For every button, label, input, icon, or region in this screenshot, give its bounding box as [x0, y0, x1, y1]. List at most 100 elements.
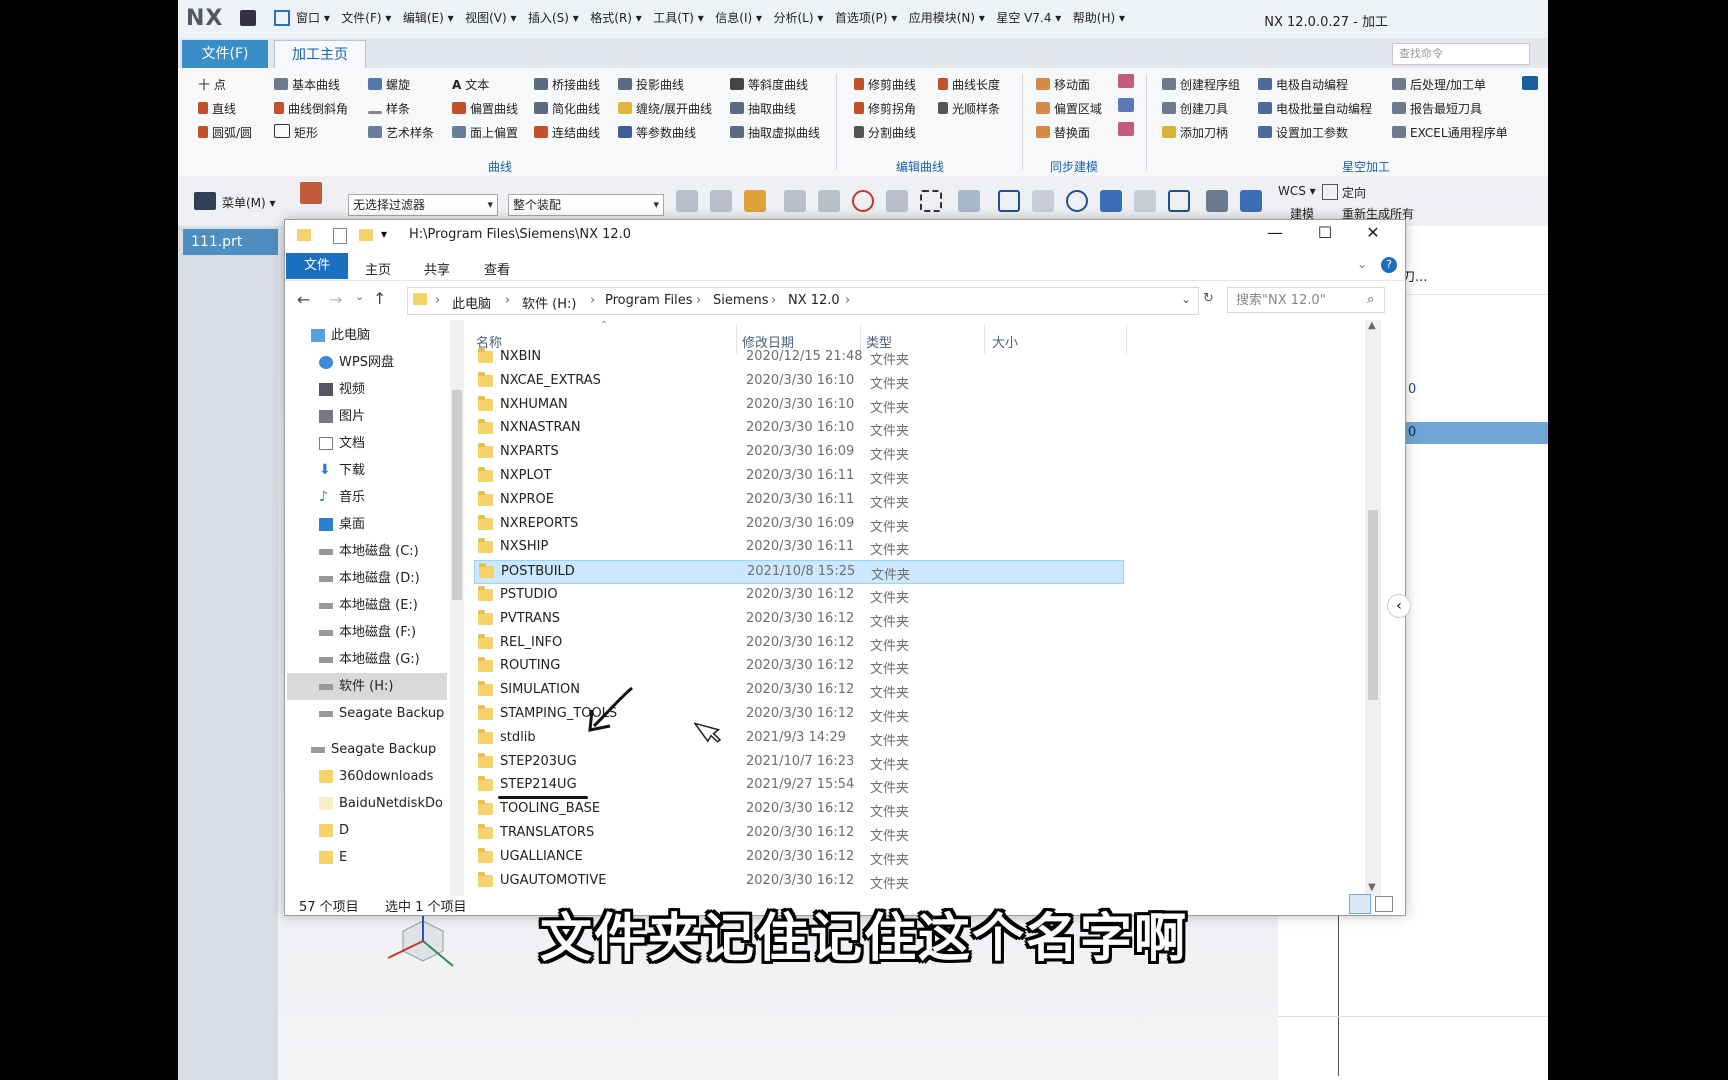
- breadcrumb-siemens[interactable]: Siemens: [713, 293, 769, 308]
- tab-home[interactable]: 主页: [365, 259, 391, 278]
- rotate-icon[interactable]: [1066, 190, 1088, 212]
- ribbon-create-tool[interactable]: 创建刀具: [1162, 100, 1228, 117]
- ribbon-electrode-batch[interactable]: 电极批量自动编程: [1258, 100, 1372, 117]
- snap-icon[interactable]: [784, 190, 806, 212]
- ribbon-offset-curve[interactable]: 偏置曲线: [452, 100, 518, 117]
- file-row[interactable]: STEP203UG 2021/10/7 16:23 文件夹: [474, 751, 1124, 775]
- ribbon-extra-icon[interactable]: [1522, 76, 1538, 90]
- file-row[interactable]: PVTRANS 2020/3/30 16:12 文件夹: [474, 608, 1124, 632]
- file-row[interactable]: ROUTING 2020/3/30 16:12 文件夹: [474, 655, 1124, 679]
- scroll-down-icon[interactable]: ▼: [1368, 882, 1376, 893]
- expand-ribbon-icon[interactable]: ⌄: [1357, 257, 1367, 271]
- fit-icon[interactable]: [998, 190, 1020, 212]
- menu-insert[interactable]: 插入(S) ▾: [528, 11, 579, 25]
- menu-file[interactable]: 文件(F) ▾: [341, 11, 391, 25]
- ribbon-text[interactable]: A 文本: [452, 76, 489, 93]
- file-row[interactable]: PSTUDIO 2020/3/30 16:12 文件夹: [474, 584, 1124, 608]
- ribbon-studio-spline[interactable]: 艺术样条: [368, 124, 434, 141]
- file-row[interactable]: REL_INFO 2020/3/30 16:12 文件夹: [474, 632, 1124, 656]
- ribbon-shortest-tool[interactable]: 报告最短刀具: [1392, 100, 1482, 117]
- file-row[interactable]: NXSHIP 2020/3/30 16:11 文件夹: [474, 536, 1124, 560]
- menu-button[interactable]: 菜单(M) ▾: [222, 194, 276, 211]
- ribbon-wrap-unwrap[interactable]: 缠绕/展开曲线: [618, 100, 712, 117]
- file-row[interactable]: POSTBUILD 2021/10/8 15:25 文件夹: [474, 560, 1124, 584]
- assembly-scope-select[interactable]: 整个装配: [508, 194, 664, 216]
- menu-edit[interactable]: 编辑(E) ▾: [403, 11, 454, 25]
- file-list-scrollbar[interactable]: ▲ ▼: [1365, 320, 1381, 896]
- menu-format[interactable]: 格式(R) ▾: [590, 11, 642, 25]
- ribbon-trim-corner[interactable]: 修剪拐角: [854, 100, 916, 117]
- tab-share[interactable]: 共享: [424, 259, 450, 278]
- breadcrumb-program-files[interactable]: Program Files: [605, 293, 693, 308]
- file-row[interactable]: NXPLOT 2020/3/30 16:11 文件夹: [474, 465, 1124, 489]
- search-input[interactable]: 搜索"NX 12.0": [1227, 287, 1385, 313]
- file-row[interactable]: NXPROE 2020/3/30 16:11 文件夹: [474, 489, 1124, 513]
- maximize-icon[interactable]: ☐: [1305, 223, 1345, 242]
- ribbon-move-face[interactable]: 移动面: [1036, 76, 1090, 93]
- menu-help[interactable]: 帮助(H) ▾: [1073, 11, 1125, 25]
- minimize-icon[interactable]: —: [1255, 223, 1295, 242]
- ribbon-offset-in-face[interactable]: 面上偏置: [452, 124, 518, 141]
- selection-icon[interactable]: [300, 182, 322, 204]
- ribbon-rectangle[interactable]: 矩形: [274, 124, 318, 141]
- tab-file[interactable]: 文件: [286, 253, 348, 279]
- menu-info[interactable]: 信息(I) ▾: [715, 11, 762, 25]
- point-snap-icon[interactable]: [744, 190, 766, 212]
- snap-icon[interactable]: [886, 190, 908, 212]
- menu-preferences[interactable]: 首选项(P) ▾: [835, 11, 897, 25]
- pan-icon[interactable]: [1100, 190, 1122, 212]
- ribbon-isocline-curve[interactable]: 等斜度曲线: [730, 76, 808, 93]
- breadcrumb-this-pc[interactable]: 此电脑: [452, 293, 491, 312]
- file-row[interactable]: NXCAE_EXTRAS 2020/3/30 16:10 文件夹: [474, 370, 1124, 394]
- wcs-dropdown[interactable]: WCS ▾: [1278, 184, 1316, 198]
- ribbon-join-curve[interactable]: 连结曲线: [534, 124, 600, 141]
- menu-analysis[interactable]: 分析(L) ▾: [773, 11, 823, 25]
- scroll-up-icon[interactable]: ▲: [1368, 320, 1376, 331]
- tab-machining-home[interactable]: 加工主页: [274, 40, 366, 69]
- ribbon-curve-chamfer[interactable]: 曲线倒斜角: [274, 100, 348, 117]
- scrollbar-thumb[interactable]: [452, 390, 462, 600]
- window-icon[interactable]: [274, 10, 290, 26]
- file-row[interactable]: NXREPORTS 2020/3/30 16:09 文件夹: [474, 513, 1124, 537]
- properties-icon[interactable]: [333, 228, 347, 244]
- orient-button[interactable]: 定向: [1342, 184, 1366, 201]
- box-select-icon[interactable]: [920, 190, 942, 212]
- collapse-pane-icon[interactable]: ‹: [1387, 594, 1411, 618]
- address-dropdown-icon[interactable]: ⌄: [1181, 292, 1191, 306]
- selection-filter-select[interactable]: 无选择过滤器: [348, 194, 498, 216]
- help-icon[interactable]: ?: [1381, 257, 1397, 273]
- ribbon-iso-curve[interactable]: 等参数曲线: [618, 124, 696, 141]
- new-folder-icon[interactable]: [359, 229, 373, 241]
- close-icon[interactable]: ✕: [1353, 223, 1393, 242]
- ribbon-machining-params[interactable]: 设置加工参数: [1258, 124, 1348, 141]
- snap-icon[interactable]: [818, 190, 840, 212]
- part-file-tab[interactable]: 111.prt: [183, 229, 279, 255]
- ribbon-excel-sheet[interactable]: EXCEL通用程序单: [1392, 124, 1508, 141]
- ribbon-postprocess[interactable]: 后处理/加工单: [1392, 76, 1486, 93]
- view-icon[interactable]: [958, 190, 980, 212]
- file-row[interactable]: TOOLING_BASE 2020/3/30 16:12 文件夹: [474, 798, 1124, 822]
- refresh-icon[interactable]: ↻: [1203, 291, 1214, 306]
- ribbon-arc[interactable]: 圆弧/圆: [198, 124, 252, 141]
- snap-icon[interactable]: [710, 190, 732, 212]
- nav-item-drive-h[interactable]: 软件 (H:): [287, 673, 447, 700]
- file-row[interactable]: UGAUTOMOTIVE 2020/3/30 16:12 文件夹: [474, 870, 1124, 894]
- display-icon[interactable]: [1206, 190, 1228, 212]
- menu-view[interactable]: 视图(V) ▾: [465, 11, 516, 25]
- file-row[interactable]: NXNASTRAN 2020/3/30 16:10 文件夹: [474, 417, 1124, 441]
- menu-application[interactable]: 应用模块(N) ▾: [909, 11, 985, 25]
- ribbon-basic-curve[interactable]: 基本曲线: [274, 76, 340, 93]
- ribbon-fair-spline[interactable]: 光顺样条: [938, 100, 1000, 117]
- ribbon-electrode-auto[interactable]: 电极自动编程: [1258, 76, 1348, 93]
- sync-resize-icon[interactable]: [1118, 98, 1134, 112]
- ribbon-curve-length[interactable]: 曲线长度: [938, 76, 1000, 93]
- breadcrumb-drive-h[interactable]: 软件 (H:): [522, 293, 576, 312]
- nav-scrollbar[interactable]: [450, 320, 464, 896]
- file-row[interactable]: NXPARTS 2020/3/30 16:09 文件夹: [474, 441, 1124, 465]
- ribbon-project-curve[interactable]: 投影曲线: [618, 76, 684, 93]
- tab-file[interactable]: 文件(F): [182, 40, 268, 68]
- ribbon-helix[interactable]: 螺旋: [368, 76, 410, 93]
- snap-icon[interactable]: [676, 190, 698, 212]
- ribbon-trim-curve[interactable]: 修剪曲线: [854, 76, 916, 93]
- menu-window[interactable]: 窗口 ▾: [296, 11, 330, 25]
